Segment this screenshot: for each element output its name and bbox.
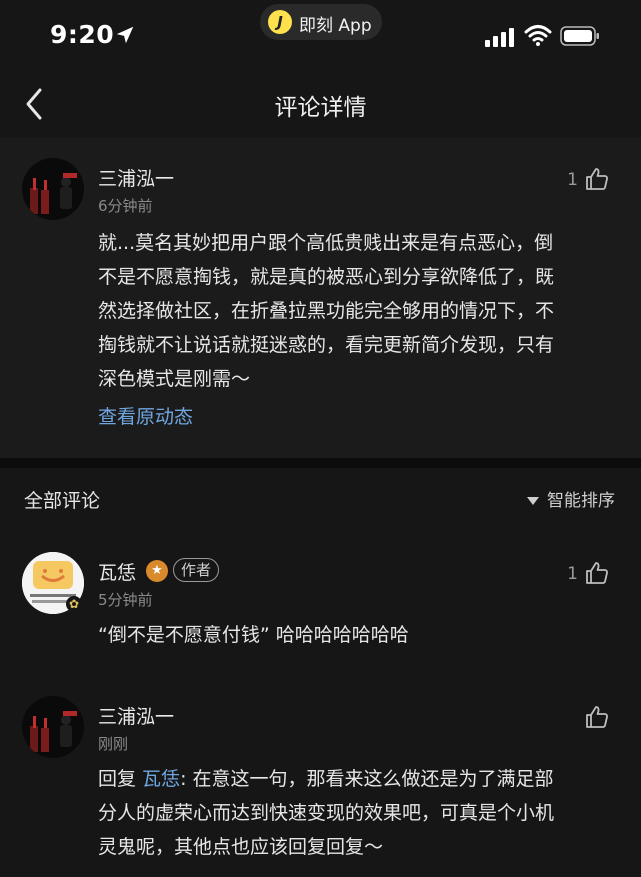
medal-icon: ★ (146, 560, 168, 582)
like-count: 1 (567, 170, 578, 190)
thumbs-up-icon (586, 168, 608, 190)
signal-icon (485, 28, 514, 47)
sort-label: 智能排序 (547, 491, 615, 511)
avatar[interactable] (22, 696, 84, 758)
avatar[interactable] (22, 158, 84, 220)
comment-username[interactable]: 三浦泓一 (98, 702, 174, 729)
comment-body: “倒不是不愿意付钱” 哈哈哈哈哈哈哈 (98, 624, 409, 646)
page: 9:20 J 即刻 App 评论详情 三浦泓一 6分钟前 1 就...莫名其妙把… (0, 0, 641, 877)
status-time: 9:20 (50, 20, 115, 49)
app-logo-icon: J (268, 10, 292, 34)
comment-line: 分人的虚荣心而达到快速变现的效果吧，可真是个小机 (98, 802, 555, 824)
status-bar: 9:20 J 即刻 App (0, 0, 641, 70)
app-return-label: 即刻 App (299, 16, 372, 36)
thumbs-up-icon (586, 562, 608, 584)
comment-line: 就...莫名其妙把用户跟个高低贵贱出来是有点恶心，倒 (98, 232, 554, 254)
battery-icon (560, 26, 599, 46)
app-return-pill[interactable]: J 即刻 App (260, 4, 382, 40)
comment-line: 然选择做社区，在折叠拉黑功能完全够用的情况下，不 (98, 300, 555, 322)
like-button[interactable] (540, 704, 610, 732)
comment-time: 5分钟前 (98, 591, 153, 609)
comment-line: 不是不愿意掏钱，就是真的被恶心到分享欲降低了，既 (98, 266, 555, 288)
comment-line: 掏钱就不让说话就挺迷惑的，看完更新简介发现，只有 (98, 334, 555, 356)
all-comments-title: 全部评论 (24, 490, 101, 512)
reply-prefix: 回复 (98, 768, 143, 790)
comment-body: 就...莫名其妙把用户跟个高低贵贱出来是有点恶心，倒 不是不愿意掏钱，就是真的被… (98, 226, 628, 396)
comment-body: 回复 瓦恁: 在意这一句，那看来这么做还是为了满足部 分人的虚荣心而达到快速变现… (98, 762, 628, 864)
comment-time: 6分钟前 (98, 197, 153, 215)
nav-bar: 评论详情 (0, 70, 641, 138)
thumbs-up-icon (586, 706, 608, 728)
page-title: 评论详情 (274, 95, 367, 121)
main-comment-card: 三浦泓一 6分钟前 1 就...莫名其妙把用户跟个高低贵贱出来是有点恶心，倒 不… (0, 138, 641, 458)
like-button[interactable]: 1 (540, 560, 610, 588)
wifi-icon (524, 25, 552, 46)
comment-username[interactable]: 三浦泓一 (98, 164, 174, 191)
reply-to-user-link[interactable]: 瓦恁 (142, 768, 180, 790)
view-original-link[interactable]: 查看原动态 (98, 402, 193, 429)
comment-line: 灵鬼呢，其他点也应该回复回复～ (98, 836, 384, 858)
comment-username[interactable]: 瓦恁 (98, 558, 136, 585)
like-button[interactable]: 1 (540, 166, 610, 194)
like-count: 1 (567, 564, 578, 584)
gear-icon: ✿ (66, 596, 82, 612)
comment-line: 深色模式是刚需～ (98, 368, 251, 390)
reply-text: : 在意这一句，那看来这么做还是为了满足部 (180, 768, 554, 790)
section-divider (0, 458, 641, 468)
author-badge: 作者 (173, 558, 220, 582)
comment-line: 回复 瓦恁: 在意这一句，那看来这么做还是为了满足部 (98, 762, 628, 796)
location-arrow-icon (116, 26, 134, 44)
sort-dropdown[interactable]: 智能排序 (527, 486, 615, 511)
comment-time: 刚刚 (98, 735, 129, 753)
caret-down-icon (527, 497, 539, 505)
